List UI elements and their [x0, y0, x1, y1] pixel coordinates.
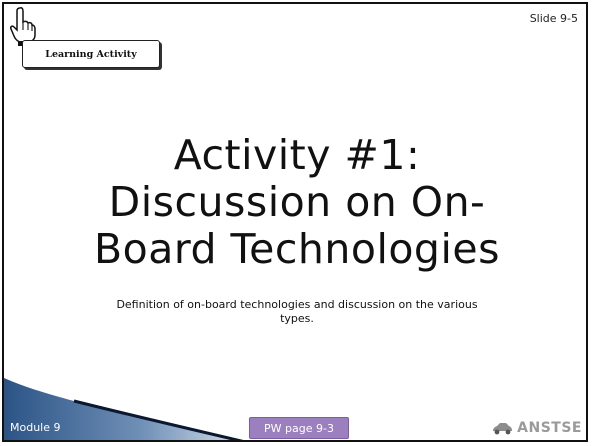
subtitle-line-1: Definition of on-board technologies and …	[116, 298, 478, 311]
car-logo-icon	[493, 423, 513, 435]
slide-number: Slide 9-5	[529, 12, 578, 25]
learning-activity-badge: Learning Activity	[22, 40, 160, 68]
title-line-2: Discussion on On-	[108, 178, 486, 226]
module-label: Module 9	[10, 421, 61, 434]
title-line-1: Activity #1:	[173, 131, 421, 179]
brand-logo: ANSTSE	[491, 420, 582, 436]
title-line-3: Board Technologies	[94, 225, 500, 273]
slide-subtitle: Definition of on-board technologies and …	[44, 298, 550, 326]
slide-title: Activity #1: Discussion on On- Board Tec…	[28, 132, 566, 273]
slide: Slide 9-5 Learning Activity Activity #1:…	[2, 2, 588, 442]
brand-text: ANSTSE	[517, 420, 582, 436]
pw-page-button[interactable]: PW page 9-3	[249, 417, 349, 439]
subtitle-line-2: types.	[280, 312, 314, 325]
badge-label: Learning Activity	[45, 48, 137, 60]
